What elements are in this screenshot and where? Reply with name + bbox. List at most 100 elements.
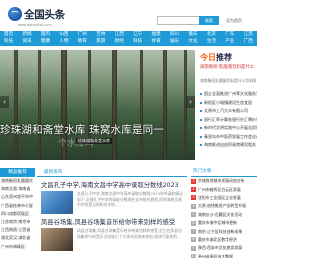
sidebar-item[interactable]: 湖北武汉:湖北省 [0,234,35,242]
nav-item[interactable]: 广东 [225,32,234,39]
slider-next-arrow-icon[interactable]: › [186,96,195,108]
slider-image-trunk [14,50,18,160]
nav-item[interactable]: 健康 [41,39,50,46]
bullet-icon [200,144,202,147]
bullet-icon [200,110,202,113]
sidebar-item[interactable]: 江西南昌:江西省 [0,226,35,234]
latest-news-tab[interactable]: 最新发布 [37,168,187,177]
globe-icon [8,7,22,21]
search-button[interactable]: 搜索 [199,16,219,25]
search-input[interactable] [158,17,198,24]
list-item[interactable]: 1 京城各地城市发展动态分析 [191,177,257,185]
sidebar-item[interactable]: 广州市海珠区: [0,243,35,251]
sidebar-item[interactable]: 江苏南京:南京市 [0,218,35,226]
nav-item[interactable]: 生活 [207,39,216,46]
list-item[interactable]: 10 贵州省贵阳市大数据 [191,253,257,258]
list-item[interactable]: 6 重庆市渝中区城市更新 [191,219,257,227]
nav-item[interactable]: 福建 [152,32,161,39]
sidebar-item[interactable]: 湖南衡阳乳酸菌饮 [0,177,35,185]
list-item[interactable]: 7 南京:江宁区科技创新成果 [191,227,257,235]
hot-recommend-title: 今日推荐 [200,52,232,63]
featured-slider[interactable]: ‹ › 珍珠湖和斋堂水库 珠窝水库是同一 个水库吗 珍珠湖和斋堂水库 [0,50,195,160]
list-item[interactable]: 2 广州市越秀区白云区发展 [191,185,257,193]
bullet-icon [200,118,202,121]
hot-recommend-panel: 今日推荐 湖南衡阳:乳酸菌饮料是什么 湖南衡阳乳酸菌饮料是什么饮料呢 国企全面推… [198,50,257,160]
nav-item[interactable]: 首页 [4,32,13,39]
nav-item[interactable]: 辽宁 [133,32,142,39]
slider-label[interactable]: 珍珠湖和斋堂水库 [76,138,112,144]
nav-row-secondary: 科技 资讯 健康 人物 教育 旅游 财经 科技 体育 娱乐 文化 生活 产业 广西 [4,39,253,46]
hot-title-tail: 推荐 [216,53,232,62]
popular-articles: 热门文章 1 京城各地城市发展动态分析 2 广州市越秀区白云区发展 3 沈阳市工业园区企业… [191,168,257,258]
news-article[interactable]: 文昌孔子中学,海南文昌中学高中录取分数线2023 文昌孔子中学,海南文昌中学高中… [37,180,187,216]
logo-subtitle: www.qgtoutiao.com [18,23,52,27]
nav-item[interactable]: 教育 [78,39,87,46]
list-item[interactable]: 9 陕西:西安市文化旅游发展 [191,244,257,252]
nav-item[interactable]: 广州 [78,32,87,39]
nav-item[interactable]: 江西 [115,32,124,39]
search-box: 搜索 [157,16,219,25]
nav-item[interactable]: 北京 [207,32,216,39]
nav-item[interactable]: 江苏 [244,32,253,39]
list-item[interactable]: 5 湖南长沙:岳麓区文化活动 [191,211,257,219]
list-item[interactable]: 海南推进自由贸易港建设相关 [200,141,257,150]
list-item[interactable]: 银行汇率计算各银行外汇牌价更新 [200,116,257,125]
nav-item[interactable]: 国内 [41,32,50,39]
list-item[interactable]: 太原市上汽大众有限公司 [200,107,257,116]
latest-news: 最新发布 文昌孔子中学,海南文昌中学高中录取分数线2023 文昌孔子中学,海南文… [37,168,187,258]
nav-item[interactable]: 科技 [4,39,13,46]
sidebar-item[interactable]: 海南文昌:海南省 [0,185,35,193]
list-item-label: 重庆市渝北区数字经济 [198,236,237,242]
nav-item[interactable]: 人物 [59,39,68,46]
rank-number: 1 [191,178,196,184]
slider-image-trunk [163,50,167,160]
nav-item[interactable]: 广西 [244,39,253,46]
slider-image-trunk [112,50,117,160]
sidebar-item[interactable]: 四川成都武侯区: [0,210,35,218]
list-item-label: 沈阳市工业园区企业发展 [198,194,241,200]
main-nav: 首页 新闻 国内 山西 广州 吉林 江西 辽宁 福建 四川 重庆 北京 广东 江苏 科技 资讯 健康 人物 教育 旅… [0,31,257,46]
sidebar-recommend: 精品推荐 湖南衡阳乳酸菌饮 海南文昌:海南省 山东滨州邹平市中 广西省桂林市七星 四川成… [0,168,35,258]
list-item-label: 银行汇率计算各银行外汇牌价更新 [204,116,257,122]
popular-list: 1 京城各地城市发展动态分析 2 广州市越秀区白云区发展 3 沈阳市工业园区企业发展 4 太原… [191,177,257,258]
site-logo[interactable]: 全国头条 www.qgtoutiao.com [8,6,65,28]
nav-item[interactable]: 资讯 [22,39,31,46]
nav-item[interactable]: 体育 [152,39,161,46]
logo-title: 全国头条 [24,9,65,21]
nav-item[interactable]: 新闻 [22,32,31,39]
slider-prev-arrow-icon[interactable]: ‹ [0,96,9,108]
bullet-icon [200,135,202,138]
list-item-label: 国企全面推进广州等文化服务生态建设 [204,91,257,97]
article-thumbnail[interactable] [41,228,73,251]
nav-item[interactable]: 旅游 [96,39,105,46]
nav-item[interactable]: 重庆 [188,32,197,39]
article-thumbnail[interactable] [41,191,73,214]
bullet-icon [200,93,202,96]
list-item[interactable]: 新时代文明实践中心开展志愿服务 [200,124,257,133]
nav-item[interactable]: 四川 [170,32,179,39]
list-item[interactable]: 8 重庆市渝北区数字经济 [191,236,257,244]
bullet-icon [200,101,202,104]
news-article[interactable]: 凤县谷场集,凤县谷场集音乐给你带来别样的感受 凤县谷场集,凤县谷场集音乐给你带来… [37,217,187,253]
nav-item[interactable]: 产业 [225,39,234,46]
hot-lead-link[interactable]: 湖南衡阳:乳酸菌饮料是什么 [200,65,256,71]
nav-item[interactable]: 财经 [115,39,124,46]
list-item[interactable]: 3 沈阳市工业园区企业发展 [191,194,257,202]
list-item[interactable]: 新阳区小城镇建设生态宜居 [200,99,257,108]
rank-number: 4 [191,203,196,209]
list-item[interactable]: 国企全面推进广州等文化服务生态建设 [200,90,257,99]
nav-item[interactable]: 吉林 [96,32,105,39]
list-item[interactable]: 秦皇岛市中医药发展工作会议召开 [200,133,257,142]
nav-item[interactable]: 文化 [188,39,197,46]
nav-item[interactable]: 娱乐 [170,39,179,46]
sidebar-list: 湖南衡阳乳酸菌饮 海南文昌:海南省 山东滨州邹平市中 广西省桂林市七星 四川成都武侯区:… [0,177,35,251]
sidebar-item[interactable]: 广西省桂林市七星 [0,202,35,210]
sidebar-item[interactable]: 山东滨州邹平市中 [0,193,35,201]
list-item[interactable]: 4 太原:加快推进产业转型升级 [191,202,257,210]
slider-caption-text[interactable]: 珍珠湖和斋堂水库 珠窝水库是同一 [0,122,164,137]
set-homepage-link[interactable]: 设为首页 [226,18,242,24]
nav-item[interactable]: 山西 [59,32,68,39]
article-title[interactable]: 文昌孔子中学,海南文昌中学高中录取分数线2023 [41,180,179,189]
nav-item[interactable]: 科技 [133,39,142,46]
article-title[interactable]: 凤县谷场集,凤县谷场集音乐给你带来别样的感受 [41,217,175,226]
